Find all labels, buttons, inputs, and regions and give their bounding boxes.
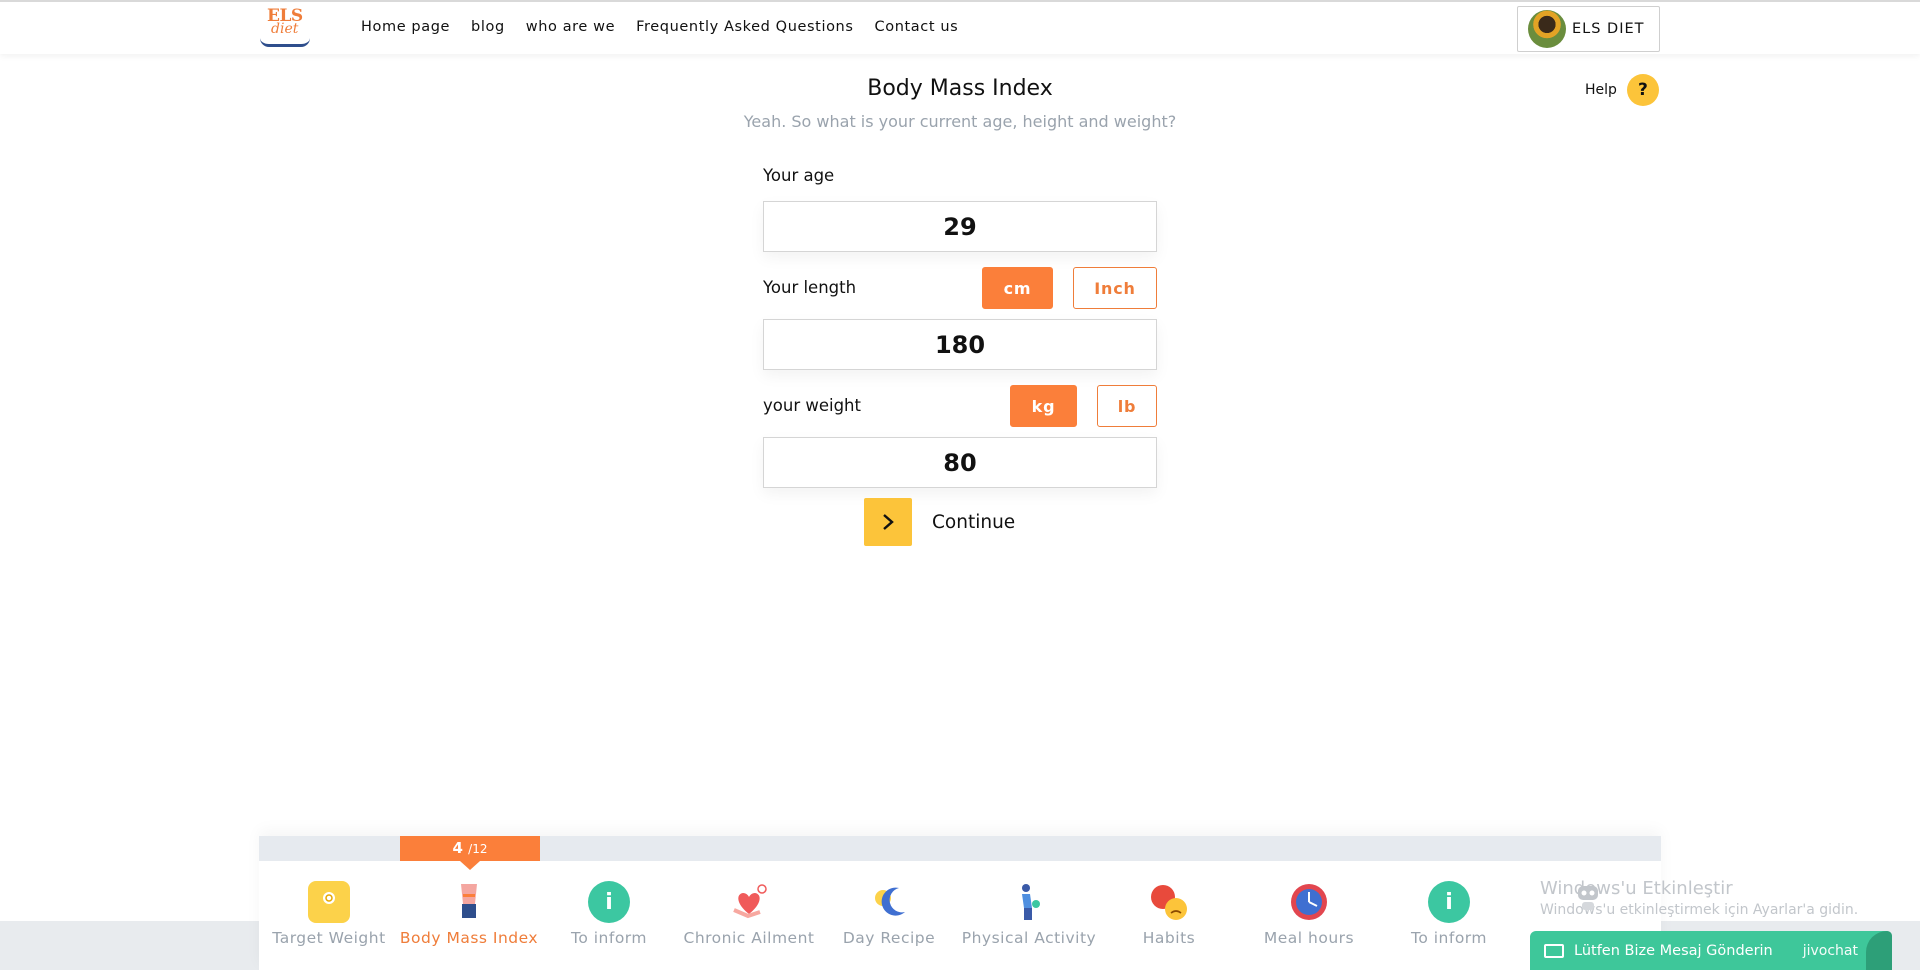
step-label: Target Weight	[272, 929, 386, 947]
clock-icon	[1288, 881, 1330, 923]
nav-contact[interactable]: Contact us	[875, 19, 959, 35]
profile-name: ELS DIET	[1572, 21, 1645, 37]
nav-blog[interactable]: blog	[471, 19, 505, 35]
step-label: To inform	[570, 929, 647, 947]
info-icon: i	[588, 881, 630, 923]
continue-label: Continue	[932, 511, 1016, 533]
windows-activation-title: Windows'u Etkinleştir	[1540, 878, 1733, 899]
unit-cm-button[interactable]: cm	[982, 267, 1053, 309]
weight-label: your weight	[763, 396, 861, 415]
progress-indicator: 4 /12	[400, 836, 540, 870]
step-day-recipe[interactable]: Day Recipe	[819, 881, 959, 947]
length-label: Your length	[763, 278, 857, 297]
question-icon: ?	[1626, 74, 1659, 106]
fitness-icon	[1008, 881, 1050, 923]
step-label: Body Mass Index	[399, 929, 539, 947]
progress-current-step: 4	[452, 839, 463, 857]
sun-moon-icon	[868, 881, 910, 923]
logo-text-bottom: diet	[271, 21, 299, 37]
step-label: Habits	[1142, 929, 1196, 947]
help-label: Help	[1585, 82, 1617, 98]
help-button[interactable]: Help ?	[1585, 74, 1659, 106]
emoji-icon	[1148, 881, 1190, 923]
continue-button[interactable]: Continue	[864, 498, 1015, 546]
unit-kg-button[interactable]: kg	[1010, 385, 1077, 427]
age-label: Your age	[763, 166, 835, 185]
step-to-inform[interactable]: i To inform	[539, 881, 679, 947]
age-input[interactable]	[763, 201, 1157, 252]
step-label: Chronic Ailment	[683, 929, 815, 947]
chat-text: Lütfen Bize Mesaj Gönderin	[1574, 942, 1773, 959]
page-subtitle: Yeah. So what is your current age, heigh…	[743, 112, 1177, 131]
mail-icon	[1544, 943, 1564, 958]
step-label: Day Recipe	[842, 929, 936, 947]
body-icon	[448, 881, 490, 923]
step-body-mass-index[interactable]: Body Mass Index	[399, 881, 539, 947]
els-diet-logo[interactable]: ELS diet	[258, 6, 314, 50]
step-label: To inform	[1410, 929, 1487, 947]
step-physical-activity[interactable]: Physical Activity	[959, 881, 1099, 947]
step-meal-hours[interactable]: Meal hours	[1239, 881, 1379, 947]
step-to-inform-2[interactable]: i To inform	[1379, 881, 1519, 947]
nav-about[interactable]: who are we	[526, 19, 615, 35]
length-input[interactable]	[763, 319, 1157, 370]
step-habits[interactable]: Habits	[1099, 881, 1239, 947]
weight-input[interactable]	[763, 437, 1157, 488]
step-label: Physical Activity	[961, 929, 1097, 947]
logo-bowl-icon	[260, 38, 310, 47]
nav-home[interactable]: Home page	[361, 19, 450, 35]
profile-button[interactable]: ELS DIET	[1517, 6, 1660, 52]
site-header: ELS diet Home page blog who are we Frequ…	[0, 0, 1920, 54]
live-chat-button[interactable]: Lütfen Bize Mesaj Gönderin jivochat	[1530, 931, 1892, 970]
avatar	[1528, 10, 1566, 48]
heart-hand-icon	[728, 881, 770, 923]
main-nav: Home page blog who are we Frequently Ask…	[361, 19, 979, 35]
unit-inch-button[interactable]: Inch	[1073, 267, 1157, 309]
robot-icon	[1573, 882, 1603, 912]
info-icon: i	[1428, 881, 1470, 923]
progress-total: /12	[468, 842, 488, 856]
chat-brand: jivochat	[1802, 942, 1858, 959]
step-chronic-ailment[interactable]: Chronic Ailment	[679, 881, 819, 947]
chevron-right-icon	[864, 498, 912, 546]
scale-icon	[308, 881, 350, 923]
step-label: Meal hours	[1263, 929, 1355, 947]
nav-faq[interactable]: Frequently Asked Questions	[636, 19, 853, 35]
chat-corner-tab[interactable]	[1866, 931, 1892, 970]
step-target-weight[interactable]: Target Weight	[259, 881, 399, 947]
unit-lb-button[interactable]: lb	[1097, 385, 1157, 427]
